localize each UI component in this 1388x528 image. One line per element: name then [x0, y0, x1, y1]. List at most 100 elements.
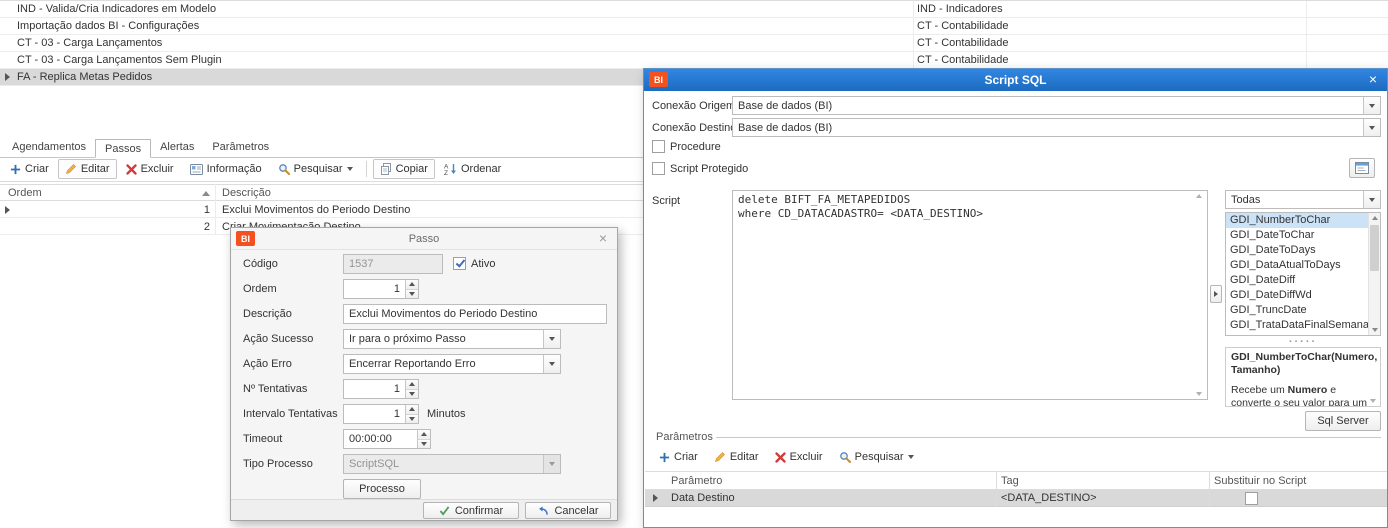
descricao-label: Descrição [243, 308, 292, 320]
group-line [716, 437, 1381, 438]
acao-sucesso-select[interactable]: Ir para o próximo Passo [343, 329, 561, 349]
tab-agendamentos[interactable]: Agendamentos [3, 139, 95, 157]
processo-button[interactable]: Processo [343, 479, 421, 499]
scroll-down-icon[interactable] [1196, 392, 1202, 396]
tentativas-spinner[interactable]: 1 [343, 379, 419, 399]
spin-up-icon[interactable] [406, 380, 418, 389]
ordenar-button[interactable]: AZ Ordenar [437, 159, 508, 179]
excluir-button[interactable]: Excluir [119, 159, 181, 179]
expand-functions-button[interactable] [1210, 285, 1222, 303]
scroll-up-icon[interactable] [1372, 216, 1378, 220]
open-editor-button[interactable] [1349, 158, 1375, 178]
column-header-descricao[interactable]: Descrição [222, 187, 271, 199]
excluir-button[interactable]: Excluir [768, 447, 830, 467]
column-divider [1209, 471, 1210, 507]
editar-button[interactable]: Editar [57, 159, 117, 179]
criar-button[interactable]: Criar [652, 447, 705, 467]
ativo-label: Ativo [471, 258, 496, 270]
copiar-label: Copiar [395, 163, 428, 175]
ativo-checkbox[interactable] [453, 257, 466, 270]
cancelar-button[interactable]: Cancelar [525, 502, 611, 519]
functions-filter-select[interactable]: Todas [1225, 190, 1381, 209]
spin-up-icon[interactable] [406, 405, 418, 414]
steps-row[interactable]: 1 Exclui Movimentos do Periodo Destino [0, 202, 643, 218]
conexao-origem-select[interactable]: Base de dados (BI) [732, 96, 1381, 115]
copiar-button[interactable]: Copiar [372, 159, 435, 179]
task-group-cell: IND - Indicadores [917, 3, 1003, 15]
dropdown-arrow-icon[interactable] [1363, 119, 1380, 136]
scroll-up-icon[interactable] [1196, 194, 1202, 198]
parametros-toolbar: Criar Editar Excluir Pesquisar [652, 447, 921, 467]
column-header-tag[interactable]: Tag [1001, 475, 1019, 487]
delete-icon [774, 451, 786, 463]
script-textarea[interactable]: delete BIFT_FA_METAPEDIDOS where CD_DATA… [732, 190, 1208, 400]
script-protegido-checkbox[interactable] [652, 162, 665, 175]
spin-up-icon[interactable] [418, 430, 430, 439]
column-header-ordem[interactable]: Ordem [8, 187, 42, 199]
spin-down-icon[interactable] [418, 438, 430, 448]
dropdown-arrow-icon[interactable] [543, 330, 560, 348]
spin-down-icon[interactable] [406, 288, 418, 298]
close-icon[interactable]: × [1363, 69, 1383, 91]
sql-server-button[interactable]: Sql Server [1305, 411, 1381, 431]
tag-cell: <DATA_DESTINO> [1001, 492, 1097, 504]
procedure-checkbox[interactable] [652, 140, 665, 153]
acao-erro-select[interactable]: Encerrar Reportando Erro [343, 354, 561, 374]
spin-down-icon[interactable] [406, 388, 418, 398]
parametros-row-selected[interactable]: Data Destino <DATA_DESTINO> [645, 490, 1387, 507]
spin-down-icon[interactable] [406, 413, 418, 423]
criar-button[interactable]: Criar [3, 159, 56, 179]
ordem-spinner[interactable]: 1 [343, 279, 419, 299]
pesquisar-button[interactable]: Pesquisar [832, 447, 921, 467]
intervalo-spinner[interactable]: 1 [343, 404, 419, 424]
close-icon[interactable]: × [593, 228, 613, 250]
table-row[interactable]: CT - 03 - Carga Lançamentos Sem Plugin C… [0, 52, 1388, 69]
app-screen: IND - Valida/Cria Indicadores em Modelo … [0, 0, 1388, 528]
dropdown-arrow-icon[interactable] [1363, 97, 1380, 114]
spin-up-icon[interactable] [406, 280, 418, 289]
conexao-destino-select[interactable]: Base de dados (BI) [732, 118, 1381, 137]
function-item[interactable]: GDI_TruncDate [1226, 303, 1380, 318]
column-header-substituir[interactable]: Substituir no Script [1214, 475, 1306, 487]
function-item[interactable]: GDI_NumberToChar [1226, 213, 1380, 228]
ordem-cell: 1 [203, 204, 210, 216]
script-dialog-titlebar[interactable]: BI Script SQL × [644, 69, 1387, 91]
script-sql-dialog: BI Script SQL × Conexão Origem Base de d… [643, 68, 1388, 528]
functions-list[interactable]: GDI_NumberToChar GDI_DateToChar GDI_Date… [1225, 212, 1381, 336]
informacao-button[interactable]: Informação [183, 159, 269, 179]
timeout-spinner[interactable]: 00:00:00 [343, 429, 431, 449]
table-row[interactable]: IND - Valida/Cria Indicadores em Modelo … [0, 1, 1388, 18]
table-row[interactable]: Importação dados BI - Configurações CT -… [0, 18, 1388, 35]
functions-scrollbar[interactable] [1368, 213, 1380, 335]
substituir-checkbox[interactable] [1245, 492, 1258, 505]
row-indicator-icon [5, 73, 10, 81]
passo-dialog-titlebar[interactable]: BI Passo × [231, 228, 617, 250]
splitter-handle[interactable]: ····· [1225, 337, 1381, 348]
dropdown-arrow-icon[interactable] [543, 355, 560, 373]
tab-alertas[interactable]: Alertas [151, 139, 203, 157]
table-row[interactable]: CT - 03 - Carga Lançamentos CT - Contabi… [0, 35, 1388, 52]
sort-az-icon: AZ [444, 163, 457, 175]
dropdown-arrow-icon[interactable] [1363, 191, 1380, 208]
function-item[interactable]: GDI_DataAtualToDays [1226, 258, 1380, 273]
function-item[interactable]: GDI_DateDiffWd [1226, 288, 1380, 303]
pesquisar-button[interactable]: Pesquisar [271, 159, 360, 179]
function-item[interactable]: GDI_DateToChar [1226, 228, 1380, 243]
tab-passos[interactable]: Passos [95, 139, 152, 158]
script-protegido-label: Script Protegido [670, 163, 749, 175]
confirmar-button[interactable]: Confirmar [423, 502, 519, 519]
scrollbar-thumb[interactable] [1370, 225, 1379, 271]
conexao-origem-label: Conexão Origem [652, 100, 736, 112]
descricao-input[interactable]: Exclui Movimentos do Periodo Destino [343, 304, 607, 324]
tab-parametros[interactable]: Parâmetros [203, 139, 278, 157]
scroll-down-icon[interactable] [1370, 399, 1376, 403]
function-item[interactable]: GDI_DateToDays [1226, 243, 1380, 258]
steps-toolbar: Criar Editar Excluir Informação Pesquisa… [3, 159, 508, 179]
editar-button[interactable]: Editar [707, 447, 766, 467]
minutos-label: Minutos [427, 408, 466, 420]
function-item[interactable]: GDI_TrataDataFinalSemana [1226, 318, 1380, 333]
column-header-parametro[interactable]: Parâmetro [671, 475, 722, 487]
scroll-down-icon[interactable] [1372, 328, 1378, 332]
function-item[interactable]: GDI_DateDiff [1226, 273, 1380, 288]
codigo-input[interactable]: 1537 [343, 254, 443, 274]
